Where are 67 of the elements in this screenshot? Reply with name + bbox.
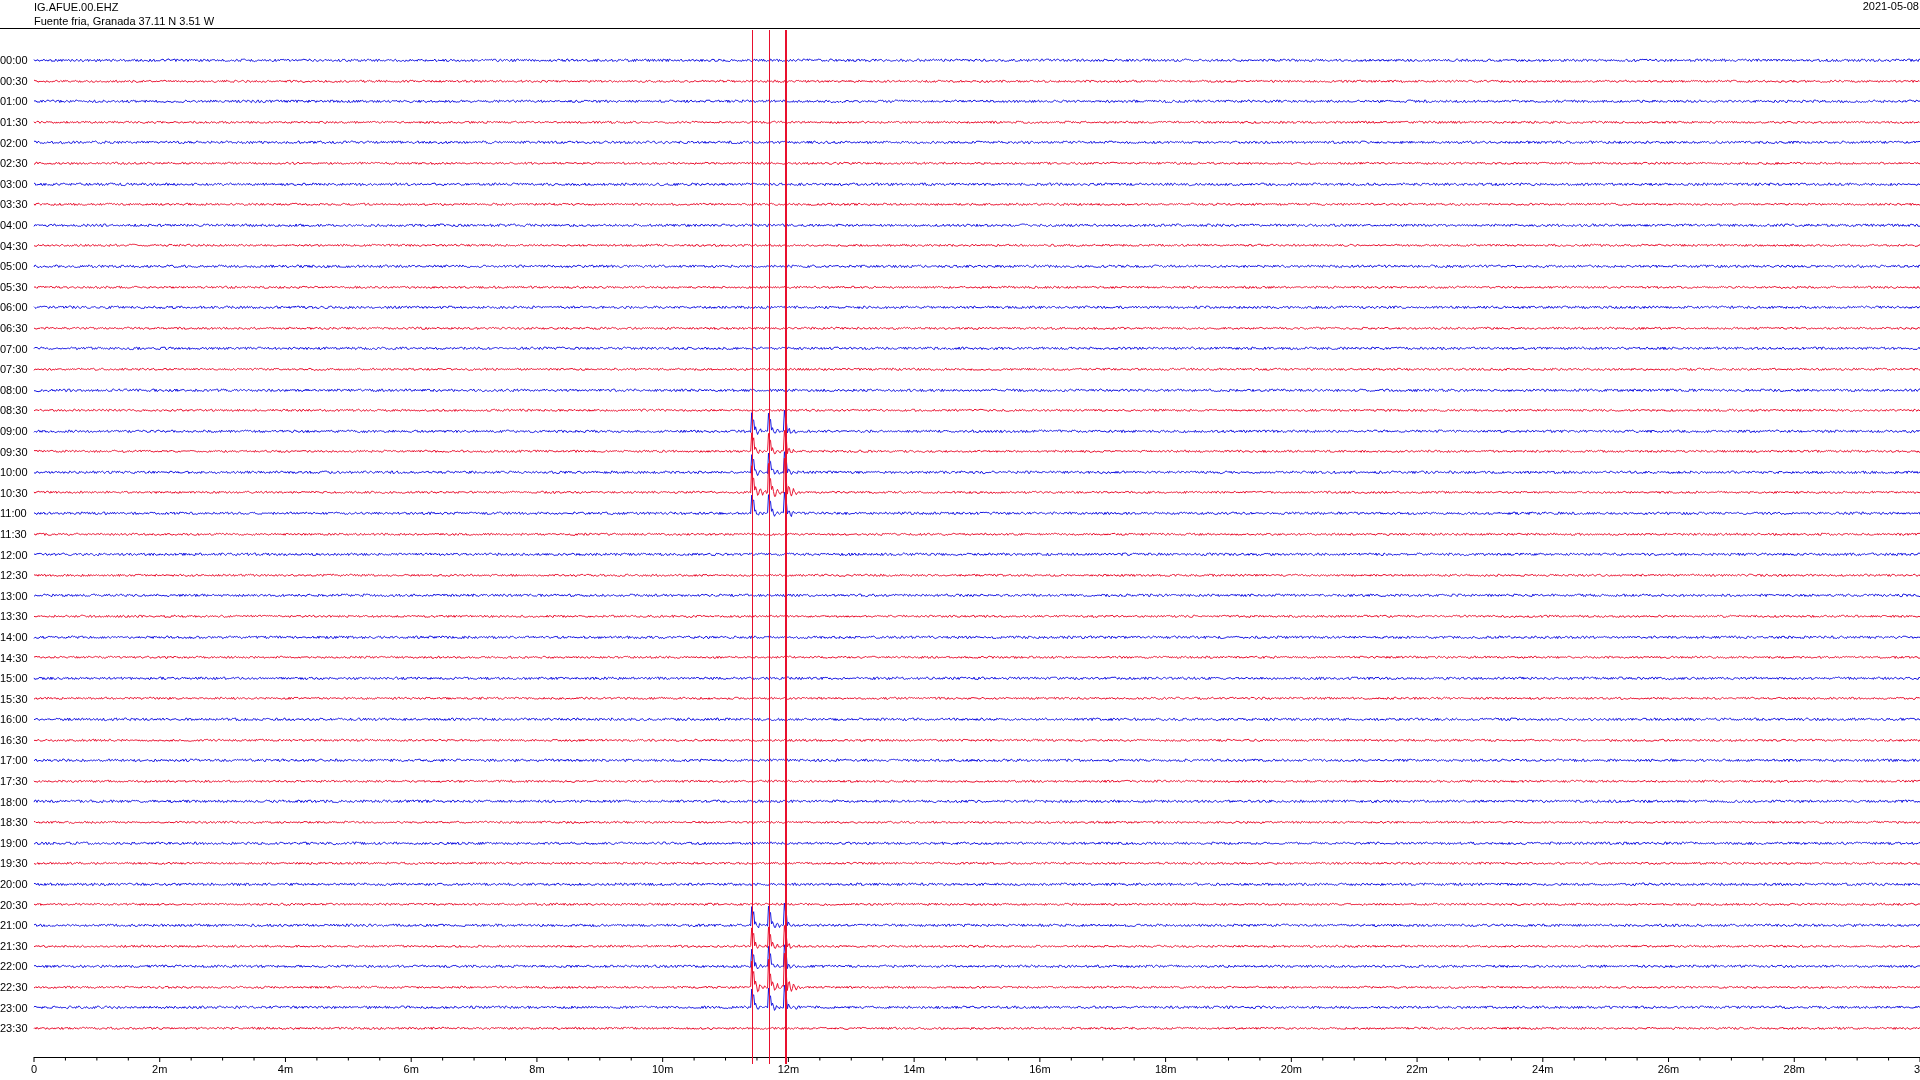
axis-tick-label: 4m <box>277 1062 294 1075</box>
time-label: 00:30 <box>0 74 29 87</box>
time-label: 10:00 <box>0 466 29 479</box>
time-label: 15:30 <box>0 692 29 705</box>
time-label: 13:00 <box>0 589 29 602</box>
time-label: 11:30 <box>0 527 28 540</box>
axis-tick-label: 24m <box>1532 1062 1554 1075</box>
time-label: 04:30 <box>0 239 29 252</box>
time-label: 05:30 <box>0 280 29 293</box>
axis-tick-label: 0 <box>30 1062 38 1075</box>
record-date: 2021-05-08 <box>1862 0 1919 14</box>
axis-tick-label: 28m <box>1783 1062 1805 1075</box>
time-label: 22:00 <box>0 960 29 973</box>
time-label: 01:30 <box>0 116 29 129</box>
axis-tick-label: 14m <box>903 1062 925 1075</box>
time-label: 08:00 <box>0 383 29 396</box>
axis-tick-label: 3 <box>1913 1062 1920 1075</box>
time-label: 16:00 <box>0 713 29 726</box>
time-label: 07:00 <box>0 342 29 355</box>
time-label: 22:30 <box>0 981 29 993</box>
channel-code: IG.AFUE.00.EHZ <box>34 0 120 14</box>
time-label: 09:00 <box>0 425 29 437</box>
axis-tick-label: 20m <box>1280 1062 1303 1075</box>
time-label: 23:00 <box>0 1001 29 1014</box>
axis-tick-label: 26m <box>1657 1062 1680 1075</box>
time-label: 14:00 <box>0 630 29 643</box>
time-label: 19:30 <box>0 857 29 870</box>
time-label: 07:30 <box>0 363 29 376</box>
time-label: 13:30 <box>0 610 29 623</box>
time-label: 19:00 <box>0 836 29 849</box>
time-label: 10:30 <box>0 486 29 499</box>
time-label: 06:30 <box>0 322 29 334</box>
time-label: 06:00 <box>0 301 29 314</box>
time-label: 08:30 <box>0 404 29 417</box>
axis-tick-label: 12m <box>777 1062 800 1075</box>
axis-tick-label: 22m <box>1406 1062 1428 1075</box>
axis-tick-label: 8m <box>529 1062 545 1075</box>
time-label: 16:30 <box>0 733 29 746</box>
axis-tick-label: 6m <box>403 1062 419 1075</box>
time-label: 09:30 <box>0 445 29 458</box>
axis-tick-label: 16m <box>1029 1062 1051 1075</box>
time-label: 04:00 <box>0 219 29 232</box>
time-label: 23:30 <box>0 1022 29 1035</box>
station-location: Fuente fria, Granada 37.11 N 3.51 W <box>34 14 215 28</box>
time-label: 02:00 <box>0 136 29 149</box>
time-label: 15:00 <box>0 672 29 685</box>
time-label: 12:30 <box>0 569 29 582</box>
time-label: 17:00 <box>0 754 29 767</box>
time-label: 14:30 <box>0 651 29 664</box>
time-label: 01:00 <box>0 95 29 108</box>
time-label: 21:30 <box>0 939 29 952</box>
time-label: 11:00 <box>0 507 28 520</box>
time-label: 18:00 <box>0 795 29 808</box>
time-label: 03:30 <box>0 198 29 211</box>
time-label: 03:00 <box>0 177 29 190</box>
axis-tick-label: 18m <box>1154 1062 1177 1075</box>
time-label: 02:30 <box>0 157 29 170</box>
time-label: 21:00 <box>0 919 29 932</box>
time-label: 17:30 <box>0 775 29 788</box>
time-label: 05:00 <box>0 260 29 273</box>
time-label: 20:30 <box>0 898 29 911</box>
time-label: 12:00 <box>0 548 29 561</box>
time-label: 20:00 <box>0 878 29 891</box>
axis-tick-label: 2m <box>152 1062 168 1075</box>
time-label: 18:30 <box>0 816 29 829</box>
axis-tick-label: 10m <box>651 1062 674 1075</box>
time-label: 00:00 <box>0 54 29 67</box>
